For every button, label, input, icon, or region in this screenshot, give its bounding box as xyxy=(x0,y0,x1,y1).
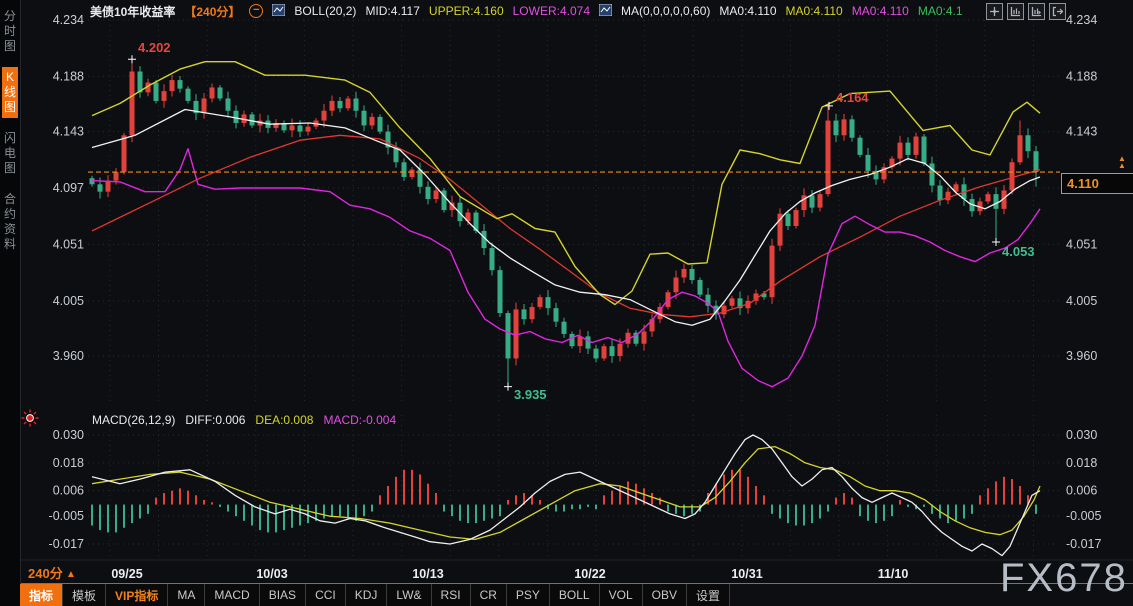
toolbar-item-6[interactable]: CCI xyxy=(306,584,346,606)
macd-params-label: MACD(26,12,9) xyxy=(92,413,175,427)
svg-text:-0.005: -0.005 xyxy=(1066,509,1101,523)
svg-text:10/22: 10/22 xyxy=(574,567,605,581)
ma-label: MA(0,0,0,0,0,60) xyxy=(621,4,710,18)
svg-text:4.005: 4.005 xyxy=(53,294,84,308)
svg-text:3.960: 3.960 xyxy=(53,349,84,363)
svg-text:10/13: 10/13 xyxy=(412,567,443,581)
watermark: FX678 xyxy=(1000,556,1128,601)
boll-mid-value: MID:4.117 xyxy=(365,4,419,18)
period-label: 【240分】 xyxy=(184,3,240,20)
toolbar-item-15[interactable]: 设置 xyxy=(687,584,730,606)
toolbar-item-2[interactable]: VIP指标 xyxy=(106,584,168,606)
chart-header: 美债10年收益率 【240分】 − BOLL(20,2) MID:4.117 U… xyxy=(90,3,963,19)
toolbar-item-9[interactable]: RSI xyxy=(432,584,471,606)
toolbar-item-4[interactable]: MACD xyxy=(205,584,259,606)
ma-indicator-icon[interactable] xyxy=(599,4,612,19)
toolbar-item-0[interactable]: 指标 xyxy=(20,584,63,606)
boll-upper-value: UPPER:4.160 xyxy=(429,4,504,18)
svg-text:10/31: 10/31 xyxy=(731,567,762,581)
expand-window-icon[interactable] xyxy=(1049,3,1066,20)
grid-layer xyxy=(20,20,1133,560)
svg-text:240分: 240分 xyxy=(28,566,63,581)
svg-text:11/10: 11/10 xyxy=(878,567,909,581)
toolbar-item-11[interactable]: PSY xyxy=(507,584,550,606)
toolbar-item-8[interactable]: LW& xyxy=(387,584,431,606)
svg-text:4.202: 4.202 xyxy=(138,40,171,55)
macd-header: MACD(26,12,9) DIFF:0.006 DEA:0.008 MACD:… xyxy=(92,413,396,427)
alert-flash-icon[interactable] xyxy=(21,409,39,432)
instrument-title: 美债10年收益率 xyxy=(90,3,175,20)
sidebar-item-0[interactable]: 分时图 xyxy=(2,6,18,57)
svg-text:0.030: 0.030 xyxy=(53,428,84,442)
svg-text:-0.017: -0.017 xyxy=(1066,537,1101,551)
svg-text:4.234: 4.234 xyxy=(53,13,84,27)
svg-text:4.143: 4.143 xyxy=(1066,125,1097,139)
ma-value-1: MA0:4.110 xyxy=(719,4,776,18)
toolbar-item-5[interactable]: BIAS xyxy=(260,584,306,606)
sidebar-item-1[interactable]: K线图 xyxy=(2,67,18,118)
svg-text:0.006: 0.006 xyxy=(53,484,84,498)
macd-diff-value: DIFF:0.006 xyxy=(185,413,245,427)
crosshair-tool-icon[interactable] xyxy=(986,3,1003,20)
axis-labels-layer: 4.2344.2344.1884.1884.1434.1434.0974.097… xyxy=(49,13,1102,551)
toolbar-item-14[interactable]: OBV xyxy=(643,584,687,606)
svg-text:4.188: 4.188 xyxy=(1066,69,1097,83)
boll-lower-value: LOWER:4.074 xyxy=(513,4,590,18)
toolbar-item-12[interactable]: BOLL xyxy=(550,584,600,606)
scroll-to-price-icon[interactable]: ▲▲ xyxy=(1118,155,1126,169)
sidebar-item-2[interactable]: 闪电图 xyxy=(2,128,18,179)
svg-text:4.005: 4.005 xyxy=(1066,294,1097,308)
svg-text:4.051: 4.051 xyxy=(1066,237,1097,251)
svg-text:4.164: 4.164 xyxy=(836,90,869,105)
svg-text:4.053: 4.053 xyxy=(1002,244,1035,259)
chart-canvas[interactable]: 4.202 4.164 3.935 4.053 4.234 4.234 4.188 4.188… xyxy=(0,0,1133,606)
svg-text:10/03: 10/03 xyxy=(256,567,287,581)
svg-text:4.234: 4.234 xyxy=(1066,13,1097,27)
toolbar-item-7[interactable]: KDJ xyxy=(346,584,388,606)
svg-text:▲: ▲ xyxy=(66,569,76,580)
chart-pane-icon[interactable] xyxy=(1007,3,1024,20)
x-axis-layer: 09/25 10/03 10/13 10/22 10/31 11/10 240分▲ xyxy=(28,566,908,581)
boll-indicator-icon[interactable] xyxy=(272,4,285,19)
toolbar-item-10[interactable]: CR xyxy=(471,584,507,606)
left-sidebar: 分时图 K线图闪电图合约资料 xyxy=(0,0,21,606)
ma-value-2: MA0:4.110 xyxy=(786,4,843,18)
svg-text:4.188: 4.188 xyxy=(53,69,84,83)
current-price-badge: 4.110 xyxy=(1061,173,1133,194)
svg-text:4.097: 4.097 xyxy=(53,181,84,195)
svg-text:3.960: 3.960 xyxy=(1066,349,1097,363)
svg-text:09/25: 09/25 xyxy=(111,567,142,581)
toolbar-item-1[interactable]: 模板 xyxy=(63,584,106,606)
sidebar-item-3[interactable]: 合约资料 xyxy=(2,189,18,255)
toolbar-item-13[interactable]: VOL xyxy=(600,584,643,606)
svg-text:0.018: 0.018 xyxy=(53,456,84,470)
current-price-value: 4.110 xyxy=(1067,176,1099,191)
svg-text:4.143: 4.143 xyxy=(53,125,84,139)
chart-next-icon[interactable] xyxy=(1028,3,1045,20)
collapse-icon[interactable]: − xyxy=(249,4,263,18)
svg-text:-0.017: -0.017 xyxy=(49,537,84,551)
svg-text:0.006: 0.006 xyxy=(1066,484,1097,498)
macd-layer xyxy=(92,435,1040,556)
svg-text:4.051: 4.051 xyxy=(53,237,84,251)
svg-text:3.935: 3.935 xyxy=(514,387,547,402)
candles-layer xyxy=(90,59,1039,386)
indicator-toolbar: 指标模板VIP指标MAMACDBIASCCIKDJLW&RSICRPSYBOLL… xyxy=(20,584,730,606)
boll-label: BOLL(20,2) xyxy=(294,4,356,18)
overlay-lines-layer xyxy=(92,62,1040,387)
svg-text:-0.005: -0.005 xyxy=(49,509,84,523)
annotations-layer: 4.202 4.164 3.935 4.053 xyxy=(128,40,1035,402)
app-window: 4.202 4.164 3.935 4.053 4.234 4.234 4.188 4.188… xyxy=(0,0,1133,606)
macd-dea-value: DEA:0.008 xyxy=(255,413,313,427)
macd-macd-value: MACD:-0.004 xyxy=(323,413,396,427)
ma-value-3: MA0:4.110 xyxy=(852,4,909,18)
header-icon-group xyxy=(986,3,1066,20)
toolbar-item-3[interactable]: MA xyxy=(168,584,205,606)
ma-value-4: MA0:4.1 xyxy=(918,4,963,18)
svg-text:0.018: 0.018 xyxy=(1066,456,1097,470)
svg-text:0.030: 0.030 xyxy=(1066,428,1097,442)
